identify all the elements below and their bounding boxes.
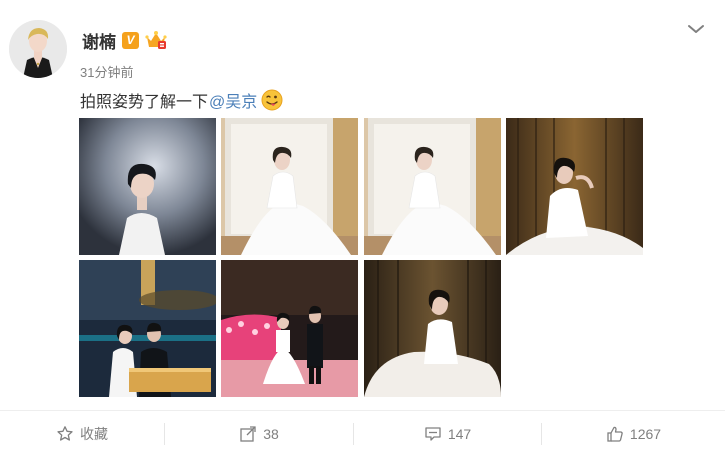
share-icon — [239, 425, 257, 443]
chevron-down-icon[interactable] — [687, 22, 705, 36]
photo-thumbnail[interactable] — [506, 118, 643, 255]
comment-button[interactable]: 147 — [354, 411, 541, 456]
weibo-post-card: 谢楠 V 31分钟前 拍照姿势了解一下 @吴京 收藏 38 147 1267 — [0, 0, 725, 455]
like-button[interactable]: 1267 — [542, 411, 725, 456]
photo-thumbnail[interactable] — [221, 118, 358, 255]
repost-button[interactable]: 38 — [165, 411, 353, 456]
comment-count: 147 — [447, 425, 472, 442]
repost-count: 38 — [263, 425, 279, 442]
post-action-bar: 收藏 38 147 1267 — [0, 410, 725, 456]
favorite-button[interactable]: 收藏 — [0, 411, 164, 456]
mention-link[interactable]: @吴京 — [209, 88, 257, 112]
author-header: 谢楠 V — [82, 27, 167, 53]
tongue-out-emoji-icon — [261, 89, 283, 111]
post-content: 拍照姿势了解一下 @吴京 — [80, 88, 283, 112]
member-crown-icon[interactable] — [145, 30, 167, 50]
author-avatar[interactable] — [9, 20, 67, 78]
post-text: 拍照姿势了解一下 — [80, 94, 209, 111]
like-count: 1267 — [629, 425, 662, 442]
photo-thumbnail[interactable] — [79, 260, 216, 397]
post-time[interactable]: 31分钟前 — [80, 62, 133, 81]
thumbs-up-icon — [606, 425, 624, 443]
author-name[interactable]: 谢楠 — [82, 28, 116, 53]
photo-thumbnail[interactable] — [364, 260, 501, 397]
photo-thumbnail[interactable] — [221, 260, 358, 397]
photo-thumbnail[interactable] — [364, 118, 501, 255]
photo-thumbnail[interactable] — [79, 118, 216, 255]
verified-badge: V — [122, 31, 139, 49]
favorite-label: 收藏 — [80, 425, 108, 442]
star-icon — [56, 425, 74, 443]
comment-icon — [424, 425, 442, 443]
